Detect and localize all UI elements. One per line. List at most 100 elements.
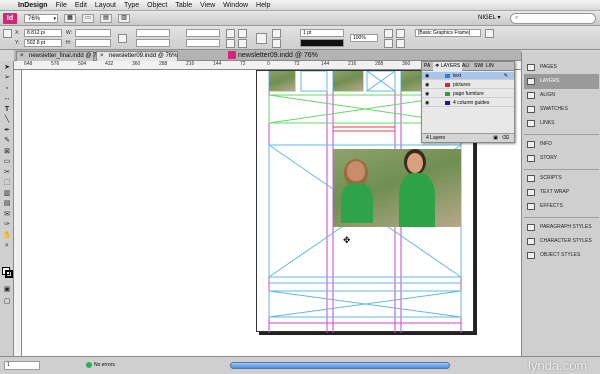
type-tool-icon[interactable]: T: [2, 105, 12, 114]
fit-frame-icon[interactable]: [396, 29, 405, 38]
menu-layout[interactable]: Layout: [91, 2, 120, 9]
screen-mode-button[interactable]: ▭: [82, 14, 94, 23]
layer-row-pictures[interactable]: ◉ pictures: [422, 81, 514, 89]
new-layer-icon[interactable]: ▣: [493, 134, 498, 143]
rotation-field[interactable]: [186, 29, 220, 37]
gap-tool-icon[interactable]: ↔: [2, 94, 12, 103]
scale-x-field[interactable]: [136, 29, 170, 37]
menu-file[interactable]: File: [52, 2, 71, 9]
hand-tool-icon[interactable]: ✋: [2, 231, 12, 240]
dock-item-paragraph-styles[interactable]: PARAGRAPH STYLES: [524, 220, 599, 235]
menu-app[interactable]: InDesign: [14, 2, 52, 9]
y-position-field[interactable]: 502.8 pt: [24, 39, 62, 47]
zoom-level-field[interactable]: 76% ▾: [24, 14, 58, 23]
object-style-select[interactable]: [Basic Graphics Frame]: [415, 29, 481, 37]
dock-item-effects[interactable]: EFFECTS: [524, 199, 599, 214]
width-field[interactable]: [75, 29, 111, 37]
constrain-proportions-icon[interactable]: [118, 34, 127, 43]
normal-view-icon[interactable]: ▢: [2, 297, 12, 306]
rotate-cw-icon[interactable]: [226, 29, 235, 38]
menu-window[interactable]: Window: [219, 2, 252, 9]
dock-item-pages[interactable]: PAGES: [524, 60, 599, 75]
dock-item-scripts[interactable]: SCRIPTS: [524, 171, 599, 186]
opacity-field[interactable]: 100%: [350, 34, 378, 42]
horizontal-scrollbar[interactable]: [230, 362, 450, 369]
flip-vertical-icon[interactable]: [238, 39, 247, 48]
workspace-switcher[interactable]: NIGEL ▾: [478, 13, 500, 24]
rectangle-frame-tool-icon[interactable]: ⊠: [2, 147, 12, 156]
note-tool-icon[interactable]: ✉: [2, 210, 12, 219]
placed-photo[interactable]: [333, 149, 461, 227]
height-field[interactable]: [75, 39, 111, 47]
arrange-documents-button[interactable]: ▤: [100, 14, 112, 23]
line-tool-icon[interactable]: ╲: [2, 115, 12, 124]
view-options-button[interactable]: ▦: [64, 14, 76, 23]
tab-layers[interactable]: ❖ LAYERS: [433, 62, 463, 71]
document-tab-newsletter-final[interactable]: × newsletter_final.indd @ 76%: [16, 51, 105, 61]
page-number-field[interactable]: 1: [4, 361, 40, 370]
rectangle-tool-icon[interactable]: ▭: [2, 157, 12, 166]
dock-item-text-wrap[interactable]: TEXT WRAP: [524, 185, 599, 200]
dock-item-links[interactable]: LINKS: [524, 116, 599, 131]
stroke-weight-field[interactable]: 1 pt: [300, 29, 344, 37]
eye-icon[interactable]: ◉: [425, 99, 429, 107]
gradient-tool-icon[interactable]: ▥: [2, 189, 12, 198]
fit-content-icon[interactable]: [384, 29, 393, 38]
preflight-status[interactable]: No errors: [86, 361, 115, 370]
layer-row-column-guides[interactable]: ◉ 4 column guides: [422, 99, 514, 107]
tab-links[interactable]: LIN: [486, 62, 494, 71]
scissors-tool-icon[interactable]: ✂: [2, 168, 12, 177]
dock-item-object-styles[interactable]: OBJECT STYLES: [524, 248, 599, 263]
fill-swatch-icon[interactable]: [272, 29, 281, 38]
menu-help[interactable]: Help: [252, 2, 274, 9]
menu-object[interactable]: Object: [143, 2, 171, 9]
zoom-tool-icon[interactable]: ⌕: [2, 241, 12, 250]
text-wrap-control-icon[interactable]: [485, 29, 494, 38]
menu-view[interactable]: View: [196, 2, 219, 9]
close-icon[interactable]: ×: [20, 52, 24, 61]
direct-selection-tool-icon[interactable]: ➢: [2, 73, 12, 82]
thumbnail-image[interactable]: [269, 71, 295, 91]
eyedropper-tool-icon[interactable]: ✑: [2, 220, 12, 229]
eye-icon[interactable]: ◉: [425, 90, 429, 98]
flip-horizontal-icon[interactable]: [226, 39, 235, 48]
formatting-affects-container-icon[interactable]: ▣: [2, 285, 12, 294]
thumbnail-image[interactable]: [333, 71, 363, 91]
dock-item-character-styles[interactable]: CHARACTER STYLES: [524, 234, 599, 249]
stroke-type-select[interactable]: [300, 39, 344, 47]
page-tool-icon[interactable]: ▫: [2, 84, 12, 93]
eye-icon[interactable]: ◉: [425, 81, 429, 89]
dock-item-align[interactable]: ALIGN: [524, 88, 599, 103]
shear-field[interactable]: [186, 39, 220, 47]
stroke-swatch-icon[interactable]: [272, 39, 281, 48]
rotate-ccw-icon[interactable]: [238, 29, 247, 38]
center-content-icon[interactable]: [396, 39, 405, 48]
guides-button[interactable]: ▥: [118, 14, 130, 23]
tab-pages[interactable]: PA: [424, 62, 430, 71]
menu-table[interactable]: Table: [171, 2, 196, 9]
trash-icon[interactable]: ⌫: [502, 134, 509, 143]
pencil-tool-icon[interactable]: ✎: [2, 136, 12, 145]
layer-row-text[interactable]: ◉ text ✎: [422, 72, 514, 80]
select-container-icon[interactable]: [256, 33, 267, 44]
dock-item-swatches[interactable]: SWATCHES: [524, 102, 599, 117]
dock-item-story[interactable]: STORY: [524, 151, 599, 166]
layer-row-page-furniture[interactable]: ◉ page furniture: [422, 90, 514, 98]
gradient-feather-tool-icon[interactable]: ▤: [2, 199, 12, 208]
pen-tool-icon[interactable]: ✒: [2, 126, 12, 135]
close-icon[interactable]: ×: [100, 52, 104, 61]
fill-frame-icon[interactable]: [384, 39, 393, 48]
tab-align[interactable]: ALI: [462, 62, 470, 71]
x-position-field[interactable]: 8.812 pi: [24, 29, 62, 37]
dock-item-info[interactable]: INFO: [524, 137, 599, 152]
document-tab-newsletter09[interactable]: × newsletter09.indd @ 76%: [96, 51, 178, 61]
search-field[interactable]: ⌕: [510, 13, 596, 24]
stroke-swatch-icon[interactable]: [5, 270, 13, 278]
menu-edit[interactable]: Edit: [71, 2, 91, 9]
selection-tool-icon[interactable]: ➤: [2, 63, 12, 72]
vertical-ruler[interactable]: [14, 70, 22, 356]
eye-icon[interactable]: ◉: [425, 72, 429, 80]
scale-y-field[interactable]: [136, 39, 170, 47]
menu-type[interactable]: Type: [120, 2, 143, 9]
tab-swatches[interactable]: SWI: [474, 62, 483, 71]
